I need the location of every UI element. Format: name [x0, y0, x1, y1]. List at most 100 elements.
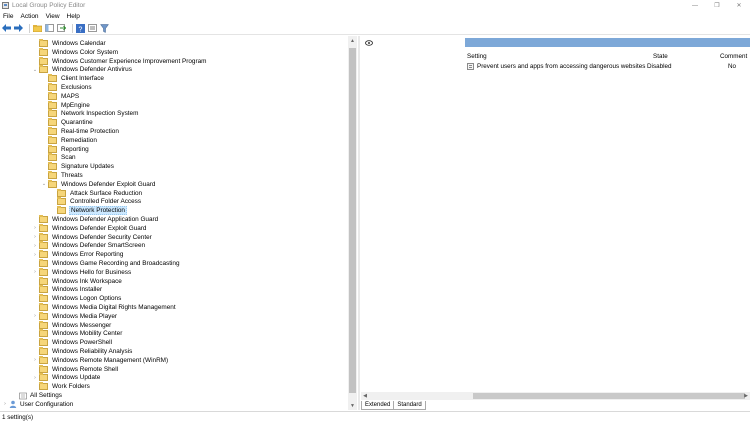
collapse-chevron-icon[interactable]: ⌄	[32, 65, 38, 74]
tree-item[interactable]: All Settings	[12, 391, 63, 400]
expand-chevron-icon[interactable]: ›	[32, 312, 38, 321]
filter-icon[interactable]	[100, 23, 109, 33]
tree-item[interactable]: › Windows Defender SmartScreen	[32, 241, 146, 250]
tree-item[interactable]: Windows Reliability Analysis	[32, 347, 133, 356]
tree-item[interactable]: › Windows Update	[32, 373, 101, 382]
table-row[interactable]: Prevent users and apps from accessing da…	[465, 62, 750, 71]
tree-item-label: Windows Defender Application Guard	[52, 216, 159, 223]
tree-item[interactable]: Windows Ink Workspace	[32, 276, 123, 286]
tree-item[interactable]: › User Configuration	[2, 400, 74, 409]
tree-item[interactable]: Real-time Protection	[41, 127, 120, 136]
tree-item[interactable]: Work Folders	[32, 382, 91, 391]
tree-item[interactable]: MpEngine	[41, 100, 91, 110]
tree-item[interactable]: Quarantine	[41, 118, 94, 127]
column-header-comment[interactable]: Comment	[720, 53, 747, 60]
folder-icon	[39, 232, 48, 241]
tree-item[interactable]: Windows PowerShell	[32, 338, 113, 347]
tree-item[interactable]: Windows Remote Shell	[32, 364, 119, 374]
tree-item[interactable]: › Windows Defender Security Center	[32, 232, 153, 242]
details-horizontal-scrollbar[interactable]: ◀ ▶	[361, 392, 750, 400]
folder-icon	[39, 294, 48, 303]
tree-item-label: Windows Hello for Business	[52, 268, 132, 276]
tree-item[interactable]: Exclusions	[41, 83, 93, 92]
scroll-up-arrow[interactable]: ▲	[348, 36, 357, 45]
restore-button[interactable]: ❐	[706, 0, 728, 11]
scroll-right-arrow[interactable]: ▶	[742, 392, 750, 400]
export-list-icon[interactable]	[57, 24, 66, 33]
tree-item[interactable]: Scan	[41, 153, 77, 162]
minimize-button[interactable]: —	[684, 0, 706, 11]
expand-chevron-icon[interactable]: ›	[2, 400, 8, 409]
tree-item[interactable]: Network Inspection System	[41, 109, 139, 118]
tab-extended[interactable]: Extended	[361, 401, 395, 410]
tree-item[interactable]: › Windows Hello for Business	[32, 267, 132, 277]
tree-item-label: Windows Defender Exploit Guard	[52, 224, 147, 232]
tree-item[interactable]: Attack Surface Reduction	[50, 188, 143, 198]
expand-chevron-icon[interactable]: ›	[32, 268, 38, 277]
tree-item-label: Attack Surface Reduction	[70, 189, 143, 197]
tree-item-label: Windows Media Digital Rights Management	[52, 304, 176, 311]
tree-item[interactable]: Windows Mobility Center	[32, 329, 123, 338]
scroll-down-arrow[interactable]: ▼	[348, 401, 357, 410]
menu-view[interactable]: View	[46, 13, 60, 20]
folder-icon	[39, 259, 48, 267]
pane-splitter[interactable]	[358, 36, 360, 410]
tree-item[interactable]: Windows Customer Experience Improvement …	[32, 56, 208, 66]
tree-item[interactable]: › Windows Error Reporting	[32, 250, 124, 259]
expand-chevron-icon[interactable]: ›	[32, 224, 38, 233]
tree-item[interactable]: Windows Messenger	[32, 320, 112, 330]
tree-item[interactable]: Threats	[41, 171, 84, 180]
scroll-left-arrow[interactable]: ◀	[361, 392, 369, 400]
properties-icon[interactable]	[88, 24, 97, 33]
tab-standard[interactable]: Standard	[393, 401, 426, 410]
menu-action[interactable]: Action	[20, 13, 38, 20]
horizontal-scroll-thumb[interactable]	[473, 393, 745, 399]
tree-item[interactable]: MAPS	[41, 91, 80, 101]
tree-item-label: Windows Mobility Center	[52, 330, 123, 338]
column-header-state[interactable]: State	[653, 53, 668, 60]
user-configuration-icon	[9, 400, 17, 409]
back-icon[interactable]	[2, 24, 11, 33]
tree-item[interactable]: Windows Media Digital Rights Management	[32, 303, 177, 312]
tree-item[interactable]: Windows Game Recording and Broadcasting	[32, 259, 181, 268]
tree-item[interactable]: Windows Color System	[32, 47, 119, 57]
tree-item[interactable]: › Windows Remote Management (WinRM)	[32, 355, 169, 365]
tree-item[interactable]: ⌄ Windows Defender Antivirus	[32, 65, 133, 74]
tree-item[interactable]: ⌄ Windows Defender Exploit Guard	[41, 179, 156, 189]
show-hide-tree-icon[interactable]	[45, 24, 54, 33]
app-icon	[2, 2, 9, 9]
help-icon[interactable]: ?	[76, 23, 85, 33]
expand-chevron-icon[interactable]: ›	[32, 373, 38, 382]
tree-item[interactable]: › Windows Media Player	[32, 311, 118, 321]
column-header-setting[interactable]: Setting	[467, 53, 487, 60]
expand-chevron-icon[interactable]: ›	[32, 356, 38, 365]
tree-item-label: Network Protection	[69, 206, 127, 216]
tree-item[interactable]: Controlled Folder Access	[50, 197, 142, 206]
tree-item[interactable]: Signature Updates	[41, 162, 115, 171]
menu-help[interactable]: Help	[67, 13, 80, 20]
scroll-thumb[interactable]	[349, 48, 356, 393]
tree-item[interactable]: Windows Logon Options	[32, 294, 122, 303]
tree-item-label: Windows Media Player	[52, 312, 117, 320]
tree-item[interactable]: Windows Calendar	[32, 39, 107, 48]
forward-icon[interactable]	[14, 24, 23, 33]
tree-item[interactable]: Windows Installer	[32, 285, 103, 294]
expand-chevron-icon[interactable]: ›	[32, 233, 38, 242]
tree-item[interactable]: Remediation	[41, 135, 98, 145]
up-folder-icon[interactable]	[33, 24, 42, 33]
close-button[interactable]: ✕	[728, 0, 750, 11]
tree-item[interactable]: Client Interface	[41, 74, 105, 83]
tree-item[interactable]: Reporting	[41, 144, 90, 154]
tree-item[interactable]: Windows Defender Application Guard	[32, 215, 159, 224]
all-settings-icon	[19, 392, 27, 400]
collapse-chevron-icon[interactable]: ⌄	[41, 180, 47, 189]
expand-chevron-icon[interactable]: ›	[32, 241, 38, 250]
menu-file[interactable]: File	[3, 13, 13, 20]
tree-item[interactable]: Network Protection	[50, 206, 127, 216]
tree-scrollbar[interactable]: ▲ ▼	[348, 36, 357, 410]
tree-item[interactable]: › Windows Defender Exploit Guard	[32, 223, 147, 233]
expand-chevron-icon[interactable]: ›	[32, 250, 38, 259]
